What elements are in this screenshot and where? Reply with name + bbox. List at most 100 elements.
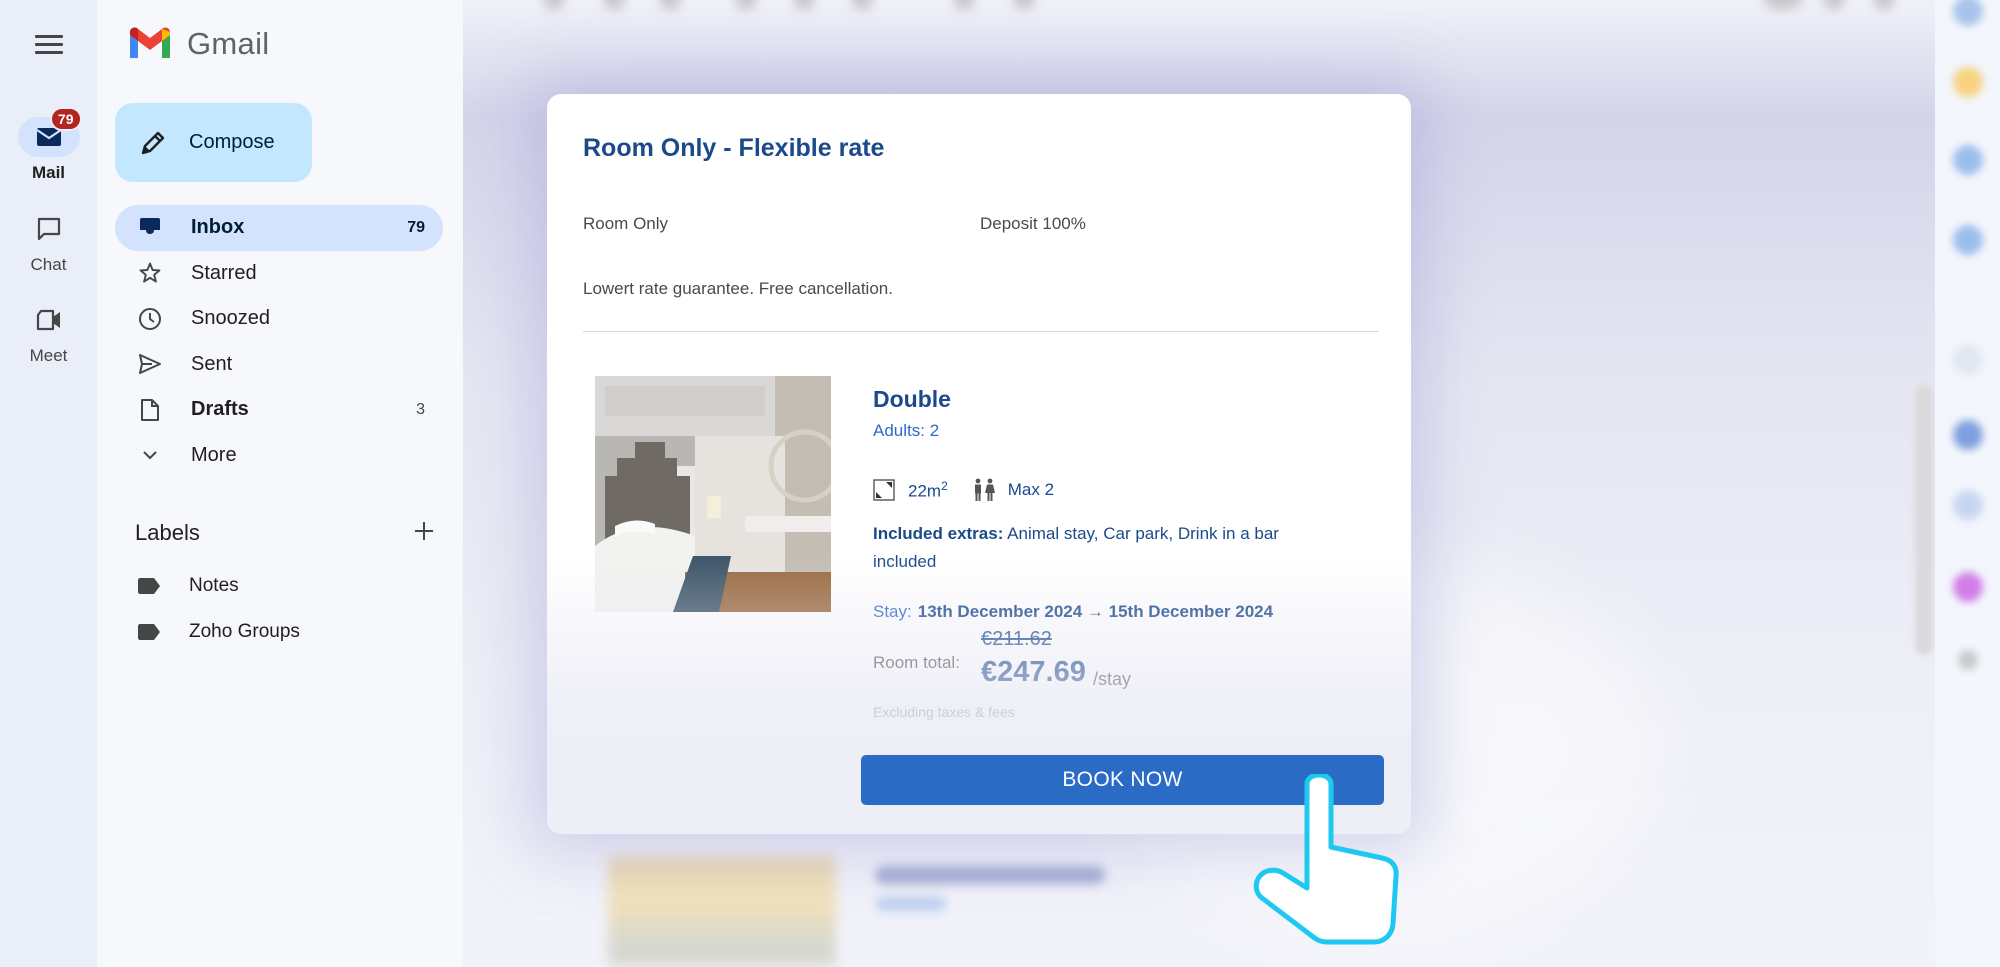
nav-label: Starred [191,261,257,284]
add-label-button[interactable] [413,518,435,548]
divider [583,331,1379,332]
app-name: Gmail [187,26,270,61]
rail-chat-pill [18,209,80,249]
label-tag-icon [138,578,160,594]
mail-unread-badge: 79 [49,107,82,131]
side-panel [1935,0,2000,967]
blurred-toolbar-icon [1823,0,1845,10]
draft-icon [141,398,159,421]
blurred-toolbar-icon [793,0,815,10]
clock-icon [139,307,161,330]
labels-header: Labels [135,518,435,548]
app-rail: 79 Mail Chat Meet [0,0,97,967]
nav-item-starred[interactable]: Starred [115,251,443,297]
nav-label: More [191,443,237,466]
rail-item-chat[interactable]: Chat [0,209,97,275]
blurred-toolbar-icon [1873,0,1895,10]
blurred-app-icon [1953,225,1983,255]
main-menu-button[interactable] [28,30,70,60]
blurred-toolbar-icon [953,0,975,10]
rail-label: Meet [29,346,68,365]
blurred-app-icon [1953,420,1983,450]
blurred-toolbar-icon [735,0,757,10]
nav-label: Snoozed [191,307,270,330]
blurred-toolbar-icon [1013,0,1035,10]
room-name: Double [873,386,951,412]
star-icon [139,262,161,283]
blurred-room-title [875,866,1105,884]
blurred-room-subtitle [876,897,946,911]
deposit-info: Deposit 100% [980,214,1086,233]
blurred-app-icon [1953,345,1983,375]
room-capacity: Max 2 [1007,480,1055,499]
blurred-toolbar-icon [603,0,625,10]
rate-offer-card: Room Only - Flexible rate Room Only Depo… [547,94,1411,834]
room-size-icon [873,479,895,501]
hamburger-line [35,35,63,38]
label-item-notes[interactable]: Notes [137,575,239,597]
price-unit: /stay [1093,669,1132,689]
nav-item-more[interactable]: More [115,433,443,479]
nav-item-inbox[interactable]: Inbox 79 [115,205,443,251]
book-now-button[interactable]: BOOK NOW [861,755,1384,805]
pencil-icon [141,131,165,154]
blurred-app-icon [1958,650,1978,670]
tax-note: Excluding taxes & fees [873,704,1015,720]
nav-item-snoozed[interactable]: Snoozed [115,296,443,342]
blurred-app-icon [1953,572,1983,602]
blurred-room-photo [608,856,836,966]
extras-label: Included extras: [873,524,1004,543]
board-type: Room Only [583,214,669,233]
gmail-m-icon [130,27,170,58]
rail-label: Mail [31,163,66,182]
gmail-logo[interactable]: Gmail [127,26,269,62]
guests-icon [974,478,995,501]
rail-meet-pill [18,300,80,340]
rail-item-meet[interactable]: Meet [0,300,97,366]
blurred-app-icon [1953,0,1983,26]
inbox-icon [140,217,160,238]
room-total-label: Room total: [873,653,960,672]
original-price: €211.62 [981,628,1052,650]
navigation-panel: Gmail Compose Inbox 79 Starred Snoozed S… [97,0,463,967]
label-item-zoho-groups[interactable]: Zoho Groups [137,621,300,643]
folder-list: Inbox 79 Starred Snoozed Sent Drafts 3 M… [115,205,443,478]
stay-dates: Stay: 13th December 2024 → 15th December … [873,602,1273,622]
video-icon [36,309,60,331]
nav-label: Drafts [191,398,249,421]
nav-item-drafts[interactable]: Drafts 3 [115,387,443,433]
room-adults: Adults: 2 [873,421,940,440]
chevron-down-icon [143,451,157,460]
blurred-app-icon [1953,67,1983,97]
compose-button[interactable]: Compose [115,103,312,182]
room-size-value: 22m [908,481,942,501]
room-photo [595,376,831,612]
chat-icon [37,217,60,241]
included-extras: Included extras: Animal stay, Car park, … [873,520,1343,576]
rate-title: Room Only - Flexible rate [583,134,885,162]
rail-mail-pill: 79 [17,107,82,157]
rate-description: Lowert rate guarantee. Free cancellation… [583,279,893,298]
stay-range: 13th December 2024 → 15th December 2024 [917,602,1274,621]
room-size: 22m2 [908,479,948,502]
nav-item-sent[interactable]: Sent [115,342,443,388]
labels-heading: Labels [135,520,200,545]
room-total-price: €247.69 [981,656,1086,688]
label-name: Zoho Groups [189,621,300,642]
nav-label: Sent [191,352,233,375]
blurred-toolbar-icon [543,0,565,10]
blurred-app-icon [1953,490,1983,520]
nav-count: 3 [416,400,425,418]
hamburger-line [35,51,63,54]
send-icon [139,354,161,375]
scrollbar[interactable] [1915,385,1933,655]
blurred-toolbar [463,0,1935,22]
nav-count: 79 [407,218,425,236]
blurred-toolbar-icon [851,0,873,10]
compose-label: Compose [189,131,275,153]
stay-label: Stay: [873,602,912,621]
bedroom-image [595,376,831,612]
rail-item-mail[interactable]: 79 Mail [0,107,97,183]
room-size-exponent: 2 [941,478,948,493]
blurred-app-icon [1953,145,1983,175]
